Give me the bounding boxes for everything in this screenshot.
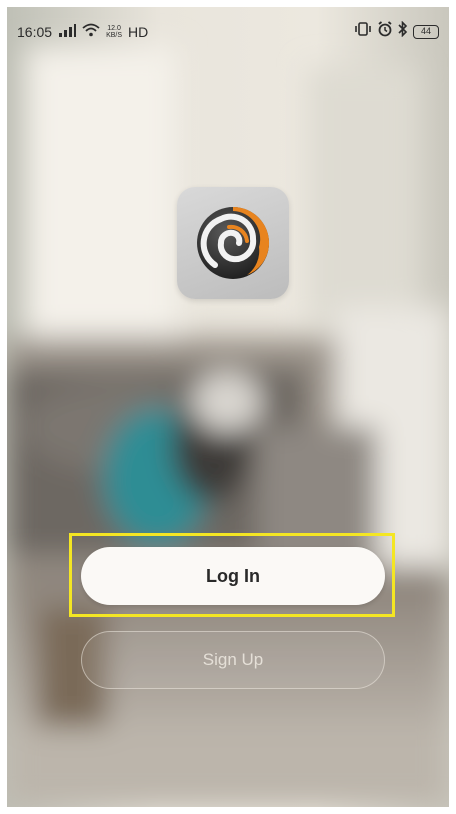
alarm-icon xyxy=(377,21,393,42)
data-rate-unit: KB/S xyxy=(106,31,123,39)
app-logo xyxy=(177,187,289,299)
bluetooth-icon xyxy=(398,20,408,42)
hd-label: HD xyxy=(128,23,149,40)
data-rate-indicator: 12.0 KB/S xyxy=(106,25,122,39)
login-button[interactable]: Log In xyxy=(81,547,385,605)
status-time: 16:05 xyxy=(17,23,53,40)
vibrate-icon xyxy=(354,22,372,41)
wifi-icon xyxy=(82,23,100,40)
login-screen: 16:05 12.0 KB/S HD 44 Log In Sign Up xyxy=(7,7,449,807)
signal-icon xyxy=(58,23,77,40)
battery-level: 44 xyxy=(420,25,431,36)
status-bar: 16:05 12.0 KB/S HD 44 xyxy=(7,7,449,59)
spiral-logo-icon xyxy=(197,206,270,279)
battery-icon: 44 xyxy=(413,24,439,39)
data-rate-value: 12.0 xyxy=(107,24,121,32)
signup-button[interactable]: Sign Up xyxy=(81,631,385,689)
